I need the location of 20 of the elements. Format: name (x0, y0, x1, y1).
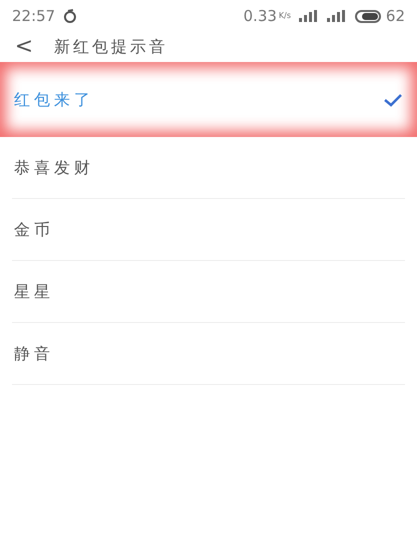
signal-icon (298, 10, 319, 22)
signal-icon (326, 10, 347, 22)
notification-icon (63, 9, 78, 23)
option-label: 恭喜发财 (14, 156, 94, 178)
back-button[interactable]: < (12, 36, 36, 58)
page-title: 新红包提示音 (54, 36, 168, 58)
sound-option[interactable]: 金币 (12, 199, 405, 261)
option-label: 星星 (14, 280, 54, 302)
battery-percent: 62 (386, 6, 405, 27)
sound-option[interactable]: 静音 (12, 323, 405, 385)
option-label: 金币 (14, 218, 54, 240)
speed-unit: K/s (278, 10, 291, 22)
check-icon (383, 92, 403, 106)
sound-option[interactable]: 恭喜发财 (12, 137, 405, 199)
option-label: 静音 (14, 342, 54, 364)
sound-option[interactable]: 星星 (12, 261, 405, 323)
option-label: 红包来了 (14, 88, 94, 110)
status-time: 22:57 (12, 6, 56, 27)
battery-icon (354, 10, 381, 22)
network-speed: 0.33 (243, 6, 277, 27)
